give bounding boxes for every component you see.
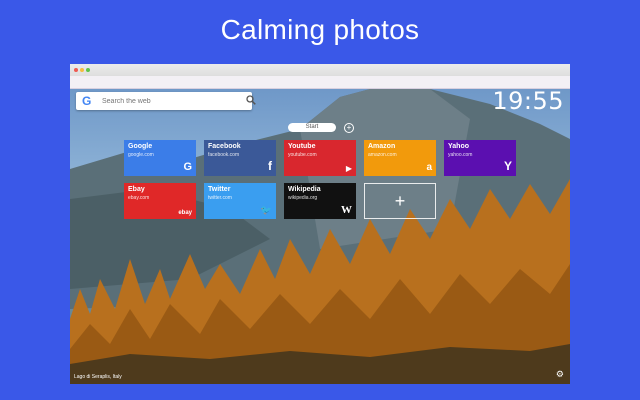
close-window-button[interactable]: [74, 68, 78, 72]
google-icon: G: [183, 161, 192, 173]
wikipedia-icon: W: [341, 204, 352, 216]
twitter-icon: 🐦: [260, 205, 272, 215]
facebook-icon: f: [268, 159, 272, 173]
amazon-icon: a: [426, 162, 432, 173]
search-bar[interactable]: G: [76, 92, 256, 110]
search-input[interactable]: [102, 94, 222, 108]
wallpaper-scene: [70, 89, 570, 384]
gear-icon[interactable]: ⚙: [556, 369, 564, 380]
tile-amazon[interactable]: Amazon amazon.com a: [364, 140, 436, 176]
wallpaper: G 19:55 Start + Google google.com G Face…: [70, 89, 570, 384]
tile-google[interactable]: Google google.com G: [124, 140, 196, 176]
ebay-icon: ebay: [178, 210, 192, 216]
browser-window: G 19:55 Start + Google google.com G Face…: [70, 64, 570, 384]
headline: Calming photos: [220, 14, 420, 45]
youtube-icon: ▶: [345, 164, 352, 173]
title-bar: [70, 64, 570, 76]
photo-caption: Lago di Seraplis, Italy: [74, 374, 122, 380]
add-tile-button[interactable]: +: [364, 183, 436, 219]
tile-facebook[interactable]: Facebook facebook.com f: [204, 140, 276, 176]
tab-start[interactable]: Start: [288, 123, 336, 132]
tile-twitter[interactable]: Twitter twitter.com 🐦: [204, 183, 276, 219]
add-tab-button[interactable]: +: [344, 123, 354, 133]
tile-youtube[interactable]: Youtube youtube.com ▶: [284, 140, 356, 176]
google-logo-icon: G: [82, 94, 92, 108]
tile-wikipedia[interactable]: Wikipedia wikipedia.org W: [284, 183, 356, 219]
minimize-window-button[interactable]: [80, 68, 84, 72]
maximize-window-button[interactable]: [86, 68, 90, 72]
tile-ebay[interactable]: Ebay ebay.com ebay: [124, 183, 196, 219]
tile-yahoo[interactable]: Yahoo yahoo.com Y: [444, 140, 516, 176]
clock: 19:55: [492, 89, 564, 115]
yahoo-icon: Y: [503, 159, 512, 173]
tab-strip: [70, 76, 570, 89]
